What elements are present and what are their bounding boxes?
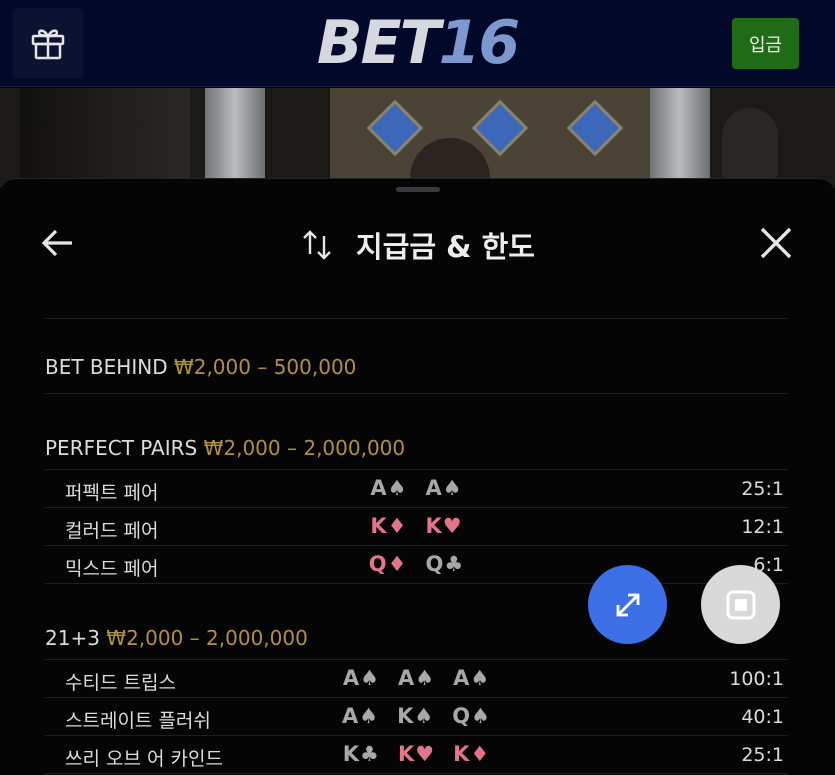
payout-ratio: 100:1 <box>729 668 784 690</box>
example-cards: A♠ K♠ Q♠ <box>45 704 788 728</box>
payout-ratio: 25:1 <box>741 744 784 766</box>
close-button[interactable] <box>754 221 798 265</box>
payout-table[interactable]: BET BEHIND ₩2,000 – 500,000 PERFECT PAIR… <box>45 297 788 775</box>
payout-ratio: 25:1 <box>741 478 784 500</box>
swap-vertical-icon <box>303 230 331 260</box>
expand-button[interactable] <box>588 565 667 644</box>
top-bar: BET16 입금 <box>0 0 835 87</box>
sheet-title: 지급금 & 한도 <box>356 230 535 264</box>
playing-card: K♠ <box>397 704 435 728</box>
playing-card: A♠ <box>342 666 380 690</box>
playing-card: K♣ <box>342 742 380 766</box>
section-21-plus-3: 21+3 ₩2,000 – 2,000,000 수티드 트립스 A♠ A♠ A♠… <box>45 584 788 774</box>
section-bet-behind: BET BEHIND ₩2,000 – 500,000 <box>45 319 788 394</box>
stop-icon <box>726 590 755 619</box>
payout-row: 퍼펙트 페어 A♠ A♠ 25:1 <box>45 470 788 508</box>
playing-card: A♠ <box>453 666 491 690</box>
playing-card: A♠ <box>370 476 408 500</box>
playing-card: K♥ <box>397 742 436 766</box>
example-cards: A♠ A♠ A♠ <box>45 666 788 690</box>
payout-ratio: 40:1 <box>741 706 784 728</box>
logo-text-number: 16 <box>438 8 520 78</box>
payout-row: 컬러드 페어 K♦ K♥ 12:1 <box>45 508 788 546</box>
sheet-header: 지급금 & 한도 <box>0 223 835 267</box>
sheet-drag-handle[interactable] <box>396 187 440 192</box>
playing-card: K♥ <box>425 514 463 538</box>
logo-text-bet: BET <box>316 8 441 78</box>
playing-card: Q♠ <box>452 704 491 728</box>
expand-icon <box>616 593 639 616</box>
playing-card: K♦ <box>370 514 408 538</box>
section-name: PERFECT PAIRS <box>45 436 198 460</box>
live-video-feed <box>0 88 835 188</box>
background-person <box>722 108 778 178</box>
payout-row: 쓰리 오브 어 카인드 K♣ K♥ K♦ 25:1 <box>45 736 788 774</box>
playing-card: K♦ <box>453 742 491 766</box>
section-name: BET BEHIND <box>45 355 168 379</box>
close-icon <box>760 227 792 259</box>
section-name: 21+3 <box>45 626 100 650</box>
playing-card: Q♦ <box>368 552 408 576</box>
payout-row: 스트레이트 플러쉬 A♠ K♠ Q♠ 40:1 <box>45 698 788 736</box>
payout-row: 믹스드 페어 Q♦ Q♣ 6:1 <box>45 546 788 584</box>
playing-card: A♠ <box>397 666 436 690</box>
playing-card: Q♣ <box>425 552 465 576</box>
playing-card: A♠ <box>425 476 463 500</box>
section-header: BET BEHIND ₩2,000 – 500,000 <box>45 319 788 394</box>
deposit-button[interactable]: 입금 <box>732 18 799 69</box>
bet-range: ₩2,000 – 2,000,000 <box>203 436 406 460</box>
section-header: PERFECT PAIRS ₩2,000 – 2,000,000 <box>45 394 788 470</box>
example-cards: K♦ K♥ <box>45 514 788 538</box>
stop-button[interactable] <box>701 565 780 644</box>
payouts-limits-sheet: 지급금 & 한도 BET BEHIND ₩2,000 – 500,000 PER… <box>0 178 835 775</box>
section-perfect-pairs: PERFECT PAIRS ₩2,000 – 2,000,000 퍼펙트 페어 … <box>45 394 788 584</box>
example-cards: Q♦ Q♣ <box>45 552 788 576</box>
bet-range: ₩2,000 – 500,000 <box>173 355 357 379</box>
section-header: 21+3 ₩2,000 – 2,000,000 <box>45 584 788 660</box>
bet-range: ₩2,000 – 2,000,000 <box>106 626 308 650</box>
example-cards: A♠ A♠ <box>45 476 788 500</box>
payout-ratio: 12:1 <box>741 516 784 538</box>
brand-logo[interactable]: BET16 <box>0 10 835 76</box>
payout-row: 수티드 트립스 A♠ A♠ A♠ 100:1 <box>45 660 788 698</box>
playing-card: A♠ <box>342 704 380 728</box>
example-cards: K♣ K♥ K♦ <box>45 742 788 766</box>
divider <box>45 297 788 319</box>
